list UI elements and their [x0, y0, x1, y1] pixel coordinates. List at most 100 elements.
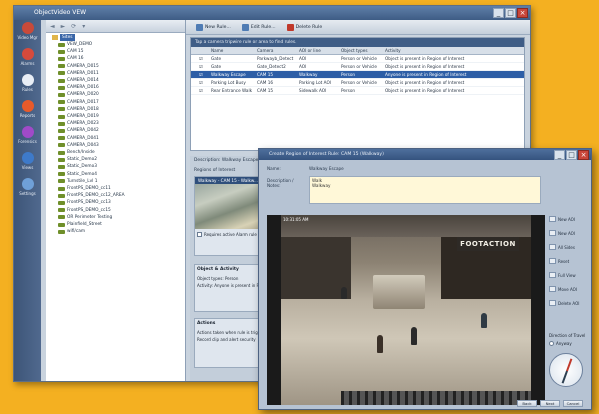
tree-item[interactable]: Static_Demo2: [58, 156, 97, 163]
mall-ceiling: [281, 215, 531, 237]
dialog-titlebar[interactable]: Create Region of Interest Rule: CAM 15 (…: [259, 149, 591, 160]
direction-compass[interactable]: [549, 353, 583, 387]
camera-icon: [58, 215, 65, 220]
table-row[interactable]: ☑ Walkway Escape CAM 15 Walkway Person Anyone…: [191, 71, 524, 79]
tree-item[interactable]: FrontPS_DEMO_cc12_AREA: [58, 192, 125, 199]
tree-item[interactable]: Static_Demo3: [58, 163, 97, 170]
column-header[interactable]: [191, 47, 211, 54]
refresh-icon[interactable]: ⟳: [71, 23, 76, 30]
site-tree-panel: ◄ ► ⟳ ▾ Sites VEW_DEMO CAM 15 CAM 16 CAMERA…: [46, 20, 186, 381]
row-checkbox[interactable]: ☑: [191, 79, 211, 86]
tree-item[interactable]: Static_Demo4: [58, 171, 97, 178]
table-row[interactable]: ☑ Parking Lot Busy CAM 16 Parking Lot AOI Pe…: [191, 79, 524, 87]
row-checkbox[interactable]: ☑: [191, 55, 211, 62]
row-checkbox[interactable]: ☑: [191, 71, 211, 78]
column-header[interactable]: AOI or line: [299, 47, 341, 54]
nav-item-forensics[interactable]: Forensics: [15, 126, 40, 144]
dialog-minimize-button[interactable]: _: [554, 150, 565, 160]
column-header[interactable]: Object types: [341, 47, 385, 54]
aoi-tool-button[interactable]: New AOI: [549, 215, 589, 223]
row-checkbox[interactable]: ☑: [191, 87, 211, 94]
video-timestamp: 10:31:05 AM: [283, 217, 309, 222]
nav-item-alarms[interactable]: Alarms: [15, 48, 40, 66]
tree-item[interactable]: CAMERA_D017: [58, 99, 99, 106]
tree-item[interactable]: CAMERA_D023: [58, 120, 99, 127]
forward-icon[interactable]: ►: [61, 23, 66, 30]
tree-item[interactable]: CAMERA_D043: [58, 142, 99, 149]
dialog-maximize-button[interactable]: □: [566, 150, 577, 160]
rule-description: Description: Walkway Escape: [194, 158, 259, 163]
delete-rule-label: Delete Rule: [295, 24, 323, 30]
nav-item-reports[interactable]: Reports: [15, 100, 40, 118]
table-cell: Walkway Escape: [211, 72, 246, 77]
close-button[interactable]: ×: [517, 8, 528, 18]
cancel-button[interactable]: Cancel: [563, 400, 583, 407]
tool-label: New AOI: [558, 216, 575, 222]
back-button[interactable]: Back: [517, 400, 537, 407]
column-header[interactable]: Activity: [385, 47, 524, 54]
table-row[interactable]: ☑ Gate Gate_Detect2 AOI Person or Vehicle Obj…: [191, 63, 524, 71]
delete-rule-button[interactable]: Delete Rule: [283, 22, 327, 33]
tree-item[interactable]: CAM 16: [58, 55, 83, 62]
camera-video[interactable]: FOOTACTION 10:31:05 AM: [267, 215, 545, 405]
tree-item[interactable]: CAMERA_D011: [58, 70, 99, 77]
table-cell: Person or Vehicle: [341, 64, 377, 69]
tree-item[interactable]: OR Perimeter Testing: [58, 214, 112, 221]
rules-table-body: ☑ Gate Parkwayb_Detect AOI Person or Vehicle…: [191, 55, 524, 95]
column-header[interactable]: Name: [211, 47, 257, 54]
table-row[interactable]: ☑ Gate Parkwayb_Detect AOI Person or Vehicle…: [191, 55, 524, 63]
name-value[interactable]: Walkway Escape: [309, 166, 344, 171]
aoi-tool-button[interactable]: Delete AOI: [549, 299, 589, 307]
nav-item-views[interactable]: Views: [15, 152, 40, 170]
tree-item[interactable]: FrontPS_DEMO_cc11: [58, 185, 111, 192]
tree-item[interactable]: VEW_DEMO: [58, 41, 92, 48]
tree-item[interactable]: CAM 15: [58, 48, 83, 55]
tree-item[interactable]: CAMERA_D014: [58, 77, 99, 84]
tree-item[interactable]: CAMERA_D018: [58, 106, 99, 113]
chevron-down-icon[interactable]: ▾: [82, 23, 85, 30]
column-header[interactable]: Camera: [257, 47, 299, 54]
dialog-close-button[interactable]: ×: [578, 150, 589, 160]
tree-item[interactable]: CAMERA_D016: [58, 84, 99, 91]
tree-item-label: CAMERA_D041: [67, 135, 99, 141]
tree-item[interactable]: Bench/Inside: [58, 149, 95, 156]
aoi-tool-button[interactable]: All Sides: [549, 243, 589, 251]
new-rule-button[interactable]: New Rule...: [192, 22, 235, 33]
description-field[interactable]: Walk Walkway: [309, 176, 541, 204]
minimize-button[interactable]: _: [493, 8, 504, 18]
aoi-tool-button[interactable]: Full View: [549, 271, 589, 279]
tree-item[interactable]: FrontPS_DEMO_cc15: [58, 207, 111, 214]
row-checkbox[interactable]: ☑: [191, 63, 211, 70]
tree-item[interactable]: CAMERA_D041: [58, 135, 99, 142]
folder-icon: [52, 35, 58, 40]
tree-item[interactable]: CAMERA_D019: [58, 113, 99, 120]
tree-item-label: CAMERA_D015: [67, 63, 99, 69]
aoi-tool-button[interactable]: New AOI: [549, 229, 589, 237]
tree-item[interactable]: CAMERA_D042: [58, 127, 99, 134]
tree-item[interactable]: Plainfield_Street: [58, 221, 102, 228]
radio-icon: [549, 341, 554, 346]
tree-root[interactable]: Sites: [52, 34, 75, 41]
nav-item-settings[interactable]: Settings: [15, 178, 40, 196]
table-row[interactable]: ☑ Rear Entrance Walk CAM 15 Sidewalk AOI Per…: [191, 87, 524, 95]
camera-icon: [58, 85, 65, 90]
aoi-tool-button[interactable]: Reset: [549, 257, 589, 265]
tree-item[interactable]: wifi/cam: [58, 228, 85, 235]
tree-item[interactable]: CAMERA_D015: [58, 63, 99, 70]
tree-item[interactable]: CAMERA_D020: [58, 91, 99, 98]
tree-item[interactable]: FrontPS_DEMO_cc13: [58, 199, 111, 206]
maximize-button[interactable]: □: [505, 8, 516, 18]
camera-icon: [58, 107, 65, 112]
back-icon[interactable]: ◄: [50, 23, 55, 30]
next-button[interactable]: Next: [540, 400, 560, 407]
window-titlebar[interactable]: ObjectVideo VEW _ □ ×: [14, 6, 530, 20]
nav-item-rules[interactable]: Rules: [15, 74, 40, 92]
nav-item-video-mgr[interactable]: Video Mgr: [15, 22, 40, 40]
direction-option[interactable]: Anyway: [549, 341, 572, 346]
aoi-tool-button[interactable]: Move AOI: [549, 285, 589, 293]
edit-rule-button[interactable]: Edit Rule...: [238, 22, 280, 33]
delete-rule-icon: [286, 23, 294, 31]
camera-icon: [58, 136, 65, 141]
table-cell: Object is present in Region of Interest: [385, 80, 465, 85]
tree-item[interactable]: Turnstile_Lvl 1: [58, 178, 97, 185]
